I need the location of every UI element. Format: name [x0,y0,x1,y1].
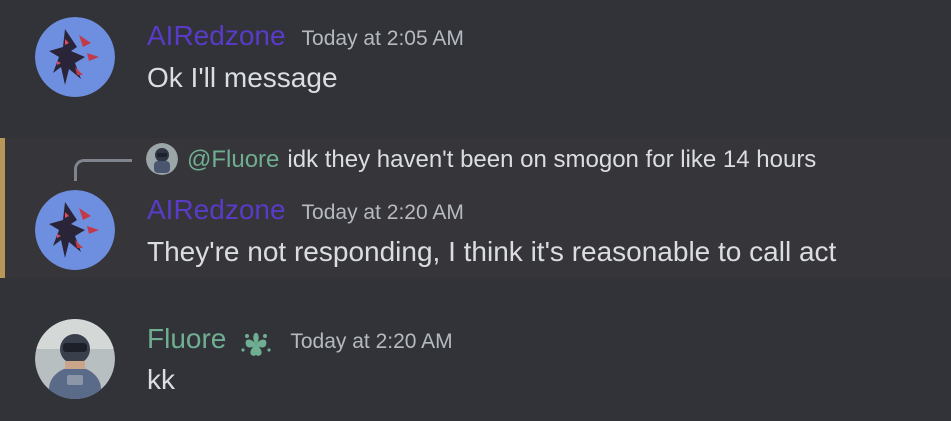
avatar[interactable] [35,17,115,97]
reply-avatar[interactable] [146,143,178,175]
username[interactable]: AIRedzone [147,196,286,224]
timestamp[interactable]: Today at 2:20 AM [302,202,464,223]
avatar[interactable] [35,190,115,270]
avatar[interactable] [35,319,115,399]
reply-username[interactable]: @Fluore [187,146,279,173]
clover-heart-icon[interactable] [236,325,276,365]
timestamp[interactable]: Today at 2:05 AM [302,28,464,49]
timestamp[interactable]: Today at 2:20 AM [290,331,452,352]
message: Fluore Today at 2:20 AM kk [0,302,951,421]
message-highlighted: @Fluore idk they haven't been on smogon f… [0,138,951,278]
reply-preview[interactable]: @Fluore idk they haven't been on smogon f… [187,148,816,172]
chat-message-list: AIRedzone Today at 2:05 AM Ok I'll messa… [0,0,951,421]
mention-highlight-bar [0,138,5,278]
username[interactable]: Fluore [147,325,226,353]
reply-spine [74,159,132,181]
message: AIRedzone Today at 2:05 AM Ok I'll messa… [0,0,951,130]
message-content: They're not responding, I think it's rea… [147,236,837,267]
message-header: AIRedzone Today at 2:20 AM [147,196,464,224]
redzone-avatar-icon [35,17,115,97]
fluore-avatar-icon [146,143,178,175]
message-content: Ok I'll message [147,62,338,93]
redzone-avatar-icon [35,190,115,270]
reply-text: idk they haven't been on smogon for like… [287,146,817,173]
username[interactable]: AIRedzone [147,22,286,50]
message-header: Fluore Today at 2:20 AM [147,325,453,365]
message-header: AIRedzone Today at 2:05 AM [147,22,464,50]
message-content: kk [147,364,175,395]
fluore-avatar-icon [35,319,115,399]
